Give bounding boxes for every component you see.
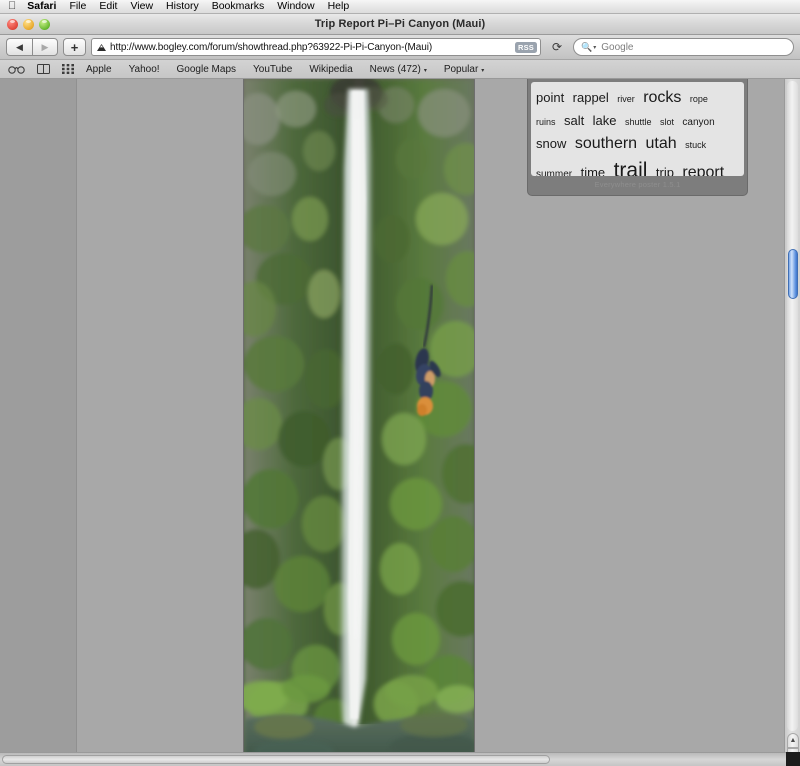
vertical-scrollbar-thumb[interactable]: [788, 249, 798, 299]
bookmark-folder-popular[interactable]: Popular ▾: [444, 64, 484, 75]
menu-item-history[interactable]: History: [166, 1, 199, 12]
horizontal-scrollbar-thumb[interactable]: [2, 755, 550, 764]
menu-item-help[interactable]: Help: [328, 1, 350, 12]
waterfall-photo[interactable]: [244, 79, 474, 765]
tag-river[interactable]: river: [617, 94, 635, 104]
top-sites-grid-icon[interactable]: [62, 64, 74, 74]
tag-rappel[interactable]: rappel: [573, 90, 609, 105]
bookmarks-book-icon[interactable]: [37, 64, 50, 74]
forum-page-body: point rappel river rocks rope ruins salt…: [76, 79, 784, 765]
menu-item-safari[interactable]: Safari: [27, 1, 56, 12]
tag-ruins[interactable]: ruins: [536, 117, 556, 127]
chevron-down-icon: ▾: [481, 67, 485, 74]
vertical-scrollbar[interactable]: ▲ ▼: [784, 79, 800, 765]
browser-toolbar: ◀ ▶ + http://www.bogley.com/forum/showth…: [0, 35, 800, 60]
menu-item-window[interactable]: Window: [277, 1, 314, 12]
macos-menu-bar:  Safari File Edit View History Bookmark…: [0, 0, 800, 14]
menu-item-edit[interactable]: Edit: [99, 1, 117, 12]
tag-rope[interactable]: rope: [690, 94, 708, 104]
search-input-placeholder: Google: [601, 41, 634, 53]
add-bookmark-button[interactable]: +: [63, 38, 86, 56]
vertical-scrollbar-track[interactable]: [787, 81, 798, 731]
tag-cloud-widget: point rappel river rocks rope ruins salt…: [527, 79, 748, 196]
menu-item-file[interactable]: File: [69, 1, 86, 12]
tag-trip[interactable]: trip: [656, 165, 674, 176]
forward-button[interactable]: ▶: [32, 38, 58, 56]
bookmark-wikipedia[interactable]: Wikipedia: [309, 64, 352, 75]
bookmark-folder-news-label: News (472): [369, 63, 421, 75]
bookmark-apple[interactable]: Apple: [86, 64, 112, 75]
tag-utah-1[interactable]: utah: [646, 135, 677, 152]
tag-cloud-list: point rappel river rocks rope ruins salt…: [531, 82, 744, 176]
bookmark-folder-popular-label: Popular: [443, 63, 479, 75]
chevron-down-icon: ▾: [423, 67, 427, 74]
bookmark-google-maps[interactable]: Google Maps: [177, 64, 236, 75]
chevron-down-icon[interactable]: ▾: [593, 44, 596, 51]
menu-item-bookmarks[interactable]: Bookmarks: [212, 1, 265, 12]
tag-report[interactable]: report: [682, 164, 724, 176]
address-bar[interactable]: http://www.bogley.com/forum/showthread.p…: [91, 38, 541, 56]
bookmark-yahoo[interactable]: Yahoo!: [129, 64, 160, 75]
tag-salt[interactable]: salt: [564, 113, 584, 128]
window-title-bar[interactable]: Trip Report Pi–Pi Canyon (Maui): [0, 14, 800, 35]
bookmarks-bar: Apple Yahoo! Google Maps YouTube Wikiped…: [0, 60, 800, 79]
search-field[interactable]: 🔍 ▾ Google: [573, 38, 794, 56]
show-all-bookmarks-icon[interactable]: [8, 65, 25, 74]
apple-logo-icon[interactable]: : [8, 1, 16, 12]
scroll-up-arrow-icon[interactable]: ▲: [787, 733, 799, 748]
post-image-column: [243, 79, 475, 765]
window-title: Trip Report Pi–Pi Canyon (Maui): [314, 18, 486, 30]
navigation-button-group: ◀ ▶: [6, 38, 58, 56]
tag-point[interactable]: point: [536, 90, 564, 105]
horizontal-scrollbar[interactable]: [0, 752, 800, 766]
rss-button[interactable]: RSS: [514, 41, 537, 53]
tag-slot[interactable]: slot: [660, 117, 674, 127]
tag-snow[interactable]: snow: [536, 136, 566, 151]
page-left-edge: [76, 79, 77, 765]
tag-lake[interactable]: lake: [593, 113, 617, 128]
tag-time[interactable]: time: [581, 165, 606, 176]
bookmark-folder-news[interactable]: News (472) ▾: [370, 64, 427, 75]
mountain-favicon-icon: [95, 41, 107, 53]
menu-item-view[interactable]: View: [130, 1, 153, 12]
back-button[interactable]: ◀: [6, 38, 32, 56]
search-magnifier-icon: 🔍: [581, 41, 593, 52]
tag-shuttle[interactable]: shuttle: [625, 117, 652, 127]
tag-rocks[interactable]: rocks: [643, 89, 681, 106]
tag-southern[interactable]: southern: [575, 135, 637, 152]
horizontal-scrollbar-track[interactable]: [0, 752, 786, 766]
tag-summer[interactable]: summer: [536, 169, 572, 176]
bookmark-youtube[interactable]: YouTube: [253, 64, 292, 75]
address-bar-url: http://www.bogley.com/forum/showthread.p…: [110, 41, 433, 53]
reload-button[interactable]: ⟳: [550, 40, 564, 54]
web-page-viewport: point rappel river rocks rope ruins salt…: [0, 79, 800, 765]
tag-trail[interactable]: trail: [614, 159, 648, 176]
safari-window: Trip Report Pi–Pi Canyon (Maui) ◀ ▶ + ht…: [0, 14, 800, 766]
tag-canyon[interactable]: canyon: [682, 117, 714, 128]
tag-cloud-credit: Everywhere poster 1.5.1: [594, 180, 681, 189]
tag-stuck[interactable]: stuck: [685, 140, 706, 150]
